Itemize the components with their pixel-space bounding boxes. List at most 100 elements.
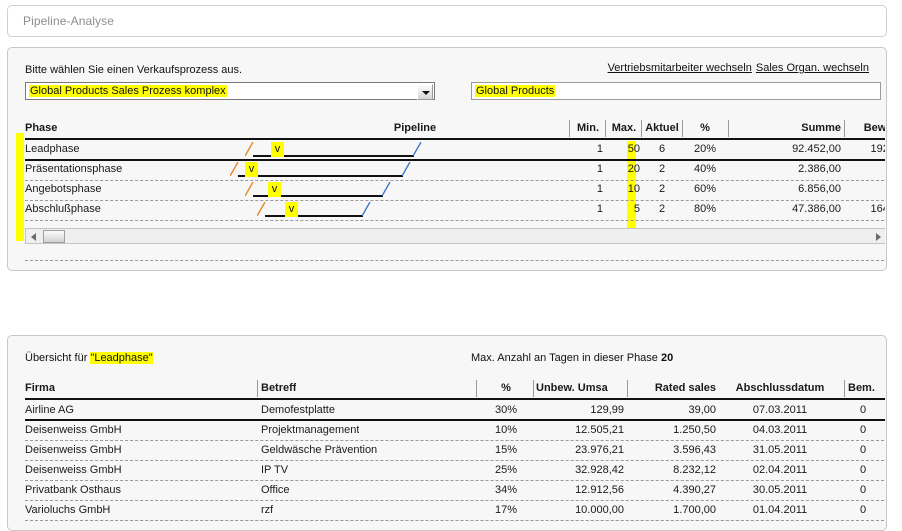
cell-max: 5 — [633, 203, 640, 215]
cell-rated: 39,00 — [688, 404, 716, 416]
cell-percent: 20% — [693, 143, 717, 155]
table-row[interactable]: Abschlußphasev15280%47.386,001645 — [25, 200, 885, 220]
cell-pct: 17% — [494, 504, 518, 516]
cell-firma: Privatbank Osthaus — [25, 484, 121, 496]
cell-firma: Airline AG — [25, 404, 74, 416]
cell-percent: 80% — [693, 203, 717, 215]
row-divider — [25, 220, 885, 221]
table-row[interactable]: Leadphasev150620%92.452,001920 — [25, 140, 885, 160]
row-divider — [25, 260, 885, 261]
cell-min: 1 — [596, 203, 603, 215]
cell-datum: 02.04.2011 — [752, 464, 808, 476]
process-select-hint: Bitte wählen Sie einen Verkaufsprozess a… — [25, 64, 243, 76]
table-row[interactable]: Airline AG Demofestplatte 30% 129,99 39,00 07… — [25, 400, 885, 420]
overview-grid-header: Firma Betreff % Unbew. Umsa Rated sales … — [25, 379, 885, 398]
switch-links: Vertriebsmitarbeiter wechseln Sales Organ… — [608, 62, 869, 74]
process-select-value: Global Products Sales Prozess komplex — [29, 85, 227, 97]
sales-org-value: Global Products — [475, 85, 556, 97]
overview-title-phase: "Leadphase" — [90, 352, 153, 364]
cell-rated: 8.232,12 — [673, 464, 716, 476]
cell-unbew: 10.000,00 — [575, 504, 624, 516]
chevron-down-icon[interactable] — [417, 84, 433, 100]
funnel-right-edge — [361, 201, 371, 217]
cell-unbew: 32.928,42 — [575, 464, 624, 476]
cell-bem: 0 — [859, 444, 867, 456]
cell-pct: 10% — [494, 424, 518, 436]
funnel-shape-icon: v — [25, 160, 565, 180]
table-row[interactable]: Privatbank Osthaus Office 34% 12.912,56 4.39… — [25, 480, 885, 500]
phase-grid-header: Phase Pipeline Min. Max. Aktuel % Summe … — [25, 120, 885, 138]
col-rated: Rated sales — [654, 382, 716, 394]
table-row[interactable]: Deisenweiss GmbH Projektmanagement 10% 12.5… — [25, 420, 885, 440]
col-max: Max. — [611, 122, 637, 134]
left-highlight-stripe — [16, 133, 24, 241]
cell-unbew: 12.912,56 — [575, 484, 624, 496]
phase-grid: Phase Pipeline Min. Max. Aktuel % Summe … — [25, 120, 885, 261]
max-days-text: Max. Anzahl an Tagen in dieser Phase — [471, 352, 661, 364]
col-pct: % — [501, 382, 511, 394]
cell-firma: Deisenweiss GmbH — [25, 444, 122, 456]
col-summe: Summe — [801, 122, 841, 134]
cell-betreff: Geldwäsche Prävention — [261, 444, 378, 456]
cell-bem: 0 — [859, 464, 867, 476]
funnel-right-edge — [412, 141, 422, 157]
table-row[interactable]: Deisenweiss GmbH IP TV 25% 32.928,42 8.232,1… — [25, 460, 885, 480]
max-days-label: Max. Anzahl an Tagen in dieser Phase 20 — [471, 352, 673, 364]
process-select-box[interactable]: Global Products Sales Prozess komplex — [25, 82, 435, 100]
cell-summe: 2.386,00 — [798, 163, 841, 175]
funnel-left-edge — [244, 141, 254, 157]
window-title-bar: Pipeline-Analyse — [7, 5, 887, 37]
cell-max: 50 — [627, 143, 640, 155]
col-percent: % — [700, 122, 710, 134]
funnel-value-marker: v — [285, 202, 298, 217]
funnel-value-marker: v — [245, 162, 258, 177]
cell-percent: 60% — [693, 183, 717, 195]
funnel-shape-icon: v — [25, 140, 565, 160]
switch-org-link[interactable]: Sales Organ. wechseln — [756, 62, 869, 74]
switch-employee-link[interactable]: Vertriebsmitarbeiter wechseln — [608, 62, 752, 74]
process-select[interactable]: Global Products Sales Prozess komplex — [25, 82, 435, 100]
cell-summe: 6.856,00 — [798, 183, 841, 195]
cell-betreff: rzf — [261, 504, 274, 516]
col-phase: Phase — [25, 122, 58, 134]
col-min: Min. — [577, 122, 599, 134]
overview-panel-inner: Übersicht für "Leadphase" Max. Anzahl an… — [9, 337, 885, 529]
col-unbew: Unbew. Umsa — [536, 382, 608, 394]
cell-rated: 3.596,43 — [673, 444, 716, 456]
cell-betreff: Projektmanagement — [261, 424, 360, 436]
funnel-left-edge — [256, 201, 266, 217]
cell-datum: 07.03.2011 — [752, 404, 808, 416]
scrollbar-thumb[interactable] — [43, 230, 65, 243]
cell-unbew: 12.505,21 — [575, 424, 624, 436]
col-datum: Abschlussdatum — [735, 382, 825, 394]
funnel-value-marker: v — [271, 142, 284, 157]
funnel-left-edge — [229, 161, 239, 177]
table-row[interactable]: Präsentationsphase v 1 20 2 40% 2.386,00 — [25, 160, 885, 180]
cell-pct: 34% — [494, 484, 518, 496]
overview-title-prefix: Übersicht für — [25, 352, 91, 364]
cell-pct: 25% — [494, 464, 518, 476]
overview-grid: Firma Betreff % Unbew. Umsa Rated sales … — [25, 379, 885, 521]
cell-rated: 4.390,27 — [673, 484, 716, 496]
col-bem: Bem. — [848, 382, 875, 394]
cell-bem: 0 — [859, 504, 867, 516]
cell-aktuell: 2 — [658, 163, 666, 175]
cell-betreff: Demofestplatte — [261, 404, 335, 416]
overview-title: Übersicht für "Leadphase" — [25, 352, 153, 364]
table-row[interactable]: Deisenweiss GmbH Geldwäsche Prävention 15%… — [25, 440, 885, 460]
table-row[interactable]: Varioluchs GmbH rzf 17% 10.000,00 1.700,00 01… — [25, 500, 885, 520]
col-aktuell: Aktuel — [645, 122, 679, 134]
scroll-left-arrow-icon[interactable] — [27, 229, 41, 243]
pipeline-analysis-page: Pipeline-Analyse Bitte wählen Sie einen … — [0, 0, 902, 531]
sales-org-field[interactable]: Global Products — [471, 82, 881, 100]
table-row[interactable]: Angebotsphase v 1 10 2 60% 6.856,00 — [25, 180, 885, 200]
scroll-right-arrow-icon[interactable] — [871, 229, 885, 243]
funnel-base-line — [238, 175, 403, 177]
funnel-base-line — [265, 215, 363, 217]
cell-min: 1 — [596, 183, 603, 195]
cell-datum: 31.05.2011 — [752, 444, 808, 456]
cell-max: 20 — [627, 163, 640, 175]
overview-row-container: Airline AG Demofestplatte 30% 129,99 39,00 07… — [25, 400, 885, 521]
horizontal-scrollbar[interactable] — [25, 228, 885, 244]
cell-min: 1 — [596, 163, 603, 175]
